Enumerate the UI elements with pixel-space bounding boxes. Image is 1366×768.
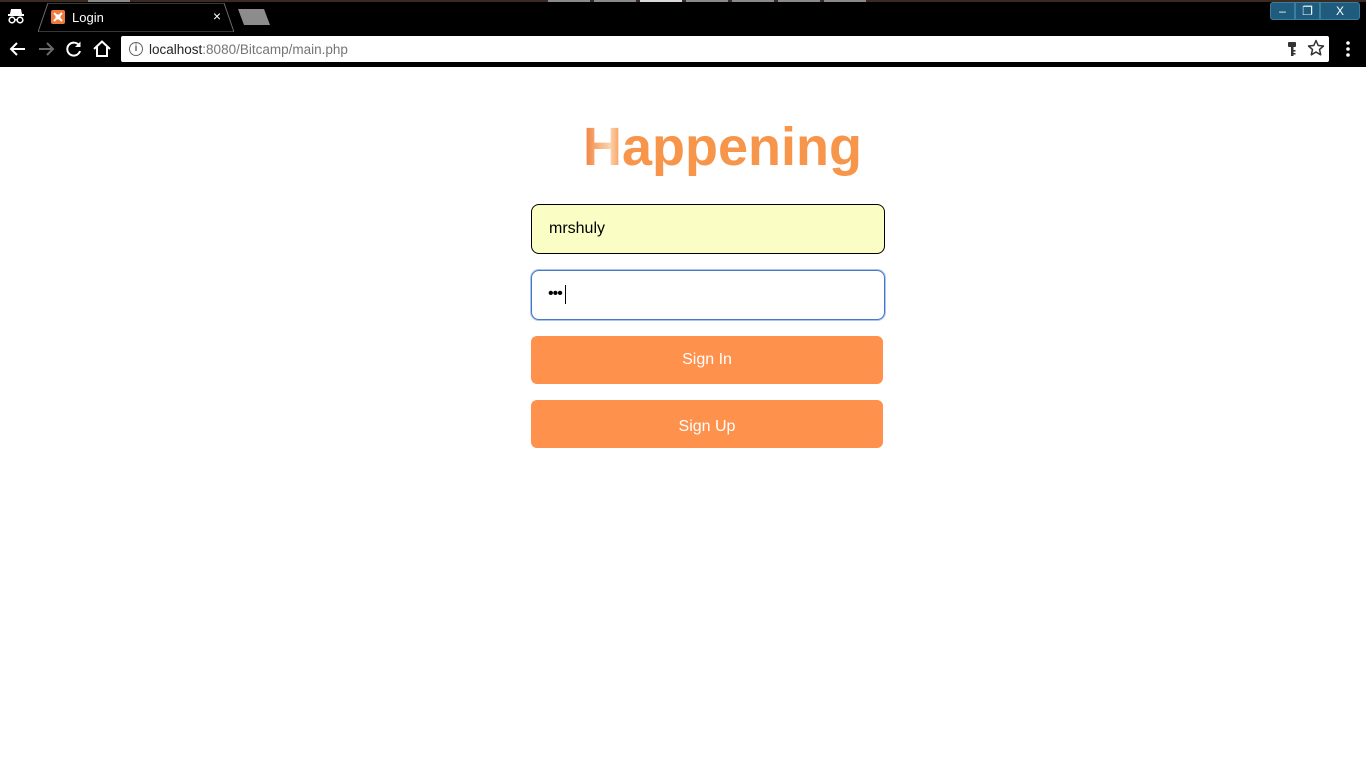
browser-toolbar: i localhost:8080/Bitcamp/main.php (0, 32, 1366, 67)
incognito-icon (6, 6, 26, 26)
info-icon[interactable]: i (129, 42, 143, 56)
titlebar-strip-segment (88, 0, 130, 2)
home-icon[interactable] (92, 39, 112, 59)
titlebar-strip-segment (824, 0, 866, 2)
new-tab-button[interactable] (236, 8, 272, 26)
close-window-button[interactable]: X (1320, 2, 1360, 20)
titlebar-strip-segment (640, 0, 682, 2)
reload-icon[interactable] (64, 39, 84, 59)
password-mask: ••• (548, 285, 563, 302)
browser-tab-login[interactable]: Login × (38, 3, 234, 32)
happening-logo: Happening (583, 115, 862, 179)
tab-close-icon[interactable]: × (210, 9, 224, 23)
titlebar-strip-segment (548, 0, 590, 2)
text-caret (565, 285, 566, 304)
url-text[interactable]: localhost:8080/Bitcamp/main.php (149, 42, 348, 57)
sign-up-button[interactable]: Sign Up (531, 400, 883, 448)
titlebar-top-strip (0, 0, 1366, 2)
restore-button[interactable]: ❐ (1295, 2, 1320, 20)
minimize-button[interactable]: – (1270, 2, 1295, 20)
tab-title: Login (72, 10, 104, 25)
titlebar-strip-segment (594, 0, 636, 2)
address-bar[interactable]: i localhost:8080/Bitcamp/main.php (121, 36, 1329, 62)
sign-in-button[interactable]: Sign In (531, 336, 883, 384)
titlebar-strip-segment (686, 0, 728, 2)
forward-arrow-icon[interactable] (36, 39, 56, 59)
titlebar-strip-segment (778, 0, 820, 2)
password-input[interactable] (531, 270, 885, 320)
star-icon[interactable] (1307, 39, 1325, 57)
browser-titlebar: Login × – ❐ X (0, 0, 1366, 32)
window-controls: – ❐ X (1270, 2, 1360, 20)
key-icon[interactable] (1285, 41, 1299, 57)
xampp-icon (51, 10, 65, 24)
url-host: localhost (149, 42, 203, 57)
back-arrow-icon[interactable] (8, 39, 28, 59)
kebab-menu-icon[interactable] (1340, 41, 1356, 59)
titlebar-strip-segment (732, 0, 774, 2)
username-input[interactable] (531, 204, 885, 254)
logo-rest: appening (622, 117, 862, 177)
page-content: Happening ••• Sign In Sign Up (0, 67, 1366, 768)
url-path: :8080/Bitcamp/main.php (202, 42, 348, 57)
logo-first-letter: H (583, 117, 622, 177)
